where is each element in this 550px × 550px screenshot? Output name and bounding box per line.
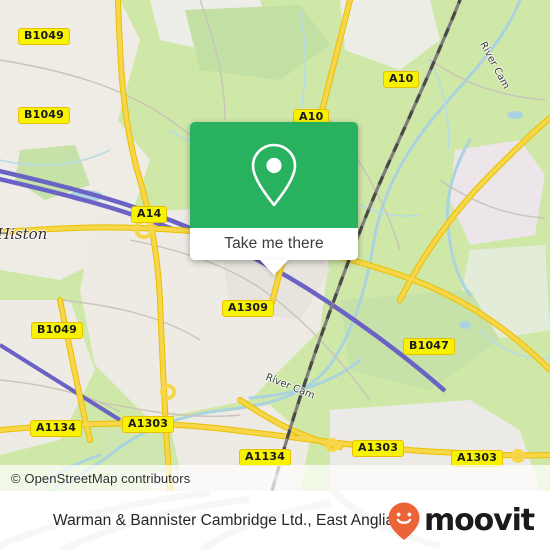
road-shield[interactable]: A1309 <box>222 300 275 317</box>
road-shield[interactable]: A14 <box>131 206 168 223</box>
card-pointer <box>259 259 289 275</box>
attribution-text: © OpenStreetMap contributors <box>11 470 191 486</box>
take-me-there-label: Take me there <box>224 235 324 252</box>
moovit-pin-icon <box>388 502 420 540</box>
road-shield[interactable]: A1134 <box>30 420 83 437</box>
moovit-logo[interactable]: moovit <box>387 501 535 541</box>
location-pin-icon <box>251 143 297 207</box>
card-action-panel[interactable]: Take me there <box>190 228 358 260</box>
moovit-map-page: B1049 B1049 A14 A10 A10 A1309 B1049 B104… <box>0 0 550 550</box>
road-shield[interactable]: A1303 <box>122 416 175 433</box>
road-shield[interactable]: B1049 <box>31 322 83 339</box>
road-shield[interactable]: B1049 <box>18 107 70 124</box>
card-icon-panel <box>190 122 358 228</box>
road-shield[interactable]: B1049 <box>18 28 70 45</box>
place-label-histon: Histon <box>0 225 48 243</box>
take-me-there-card[interactable]: Take me there <box>190 122 358 275</box>
page-footer: Warman & Bannister Cambridge Ltd., East … <box>0 491 550 550</box>
map-attribution: © OpenStreetMap contributors <box>0 465 550 491</box>
location-title: Warman & Bannister Cambridge Ltd., East … <box>53 511 395 529</box>
moovit-wordmark: moovit <box>423 502 535 538</box>
road-shield[interactable]: A1303 <box>352 440 405 457</box>
road-shield[interactable]: A10 <box>383 71 420 88</box>
road-shield[interactable]: A1134 <box>239 449 292 466</box>
road-shield[interactable]: B1047 <box>403 338 455 355</box>
